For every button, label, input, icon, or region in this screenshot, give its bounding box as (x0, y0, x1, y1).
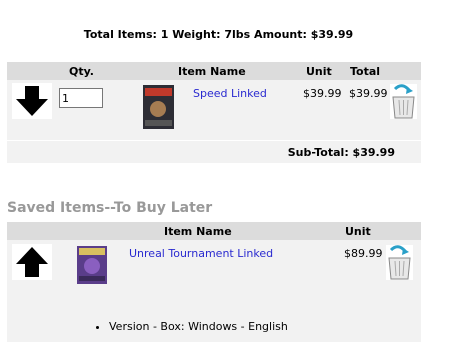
saved-item-name-column-header: Item Name (164, 225, 232, 238)
order-summary: Total Items: 1 Weight: 7lbs Amount: $39.… (83, 28, 354, 41)
unreal-tournament-box-art-image (77, 246, 107, 284)
subtotal-row: Sub-Total: $39.99 (7, 141, 421, 163)
total-column-header: Total (350, 65, 381, 78)
item-name-column-header: Item Name (178, 65, 246, 78)
move-to-saved-button[interactable] (12, 83, 52, 119)
saved-items-title: Saved Items--To Buy Later (7, 200, 213, 216)
arrow-up-icon (16, 247, 48, 277)
move-to-cart-button[interactable] (12, 244, 52, 280)
cart-unit-price: $39.99 (303, 87, 342, 100)
cart-total-price: $39.99 (349, 87, 388, 100)
cart-table-header: Qty. Item Name Unit Total (7, 62, 421, 80)
saved-table-header: Item Name Unit (7, 222, 421, 240)
saved-unit-price: $89.99 (344, 247, 383, 260)
delete-saved-item-button[interactable] (386, 245, 413, 280)
unit-column-header: Unit (306, 65, 332, 78)
trash-can-icon (388, 245, 411, 280)
arrow-down-icon (16, 86, 48, 116)
cart-item-row: Speed Linked $39.99 $39.99 (7, 80, 421, 140)
qty-column-header: Qty. (69, 65, 94, 78)
unreal-tournament-linked-link[interactable]: Unreal Tournament Linked (129, 247, 273, 260)
speed-box-art-image (143, 85, 174, 129)
subtotal: Sub-Total: $39.99 (287, 146, 395, 159)
speed-linked-link[interactable]: Speed Linked (193, 87, 267, 100)
trash-can-icon (392, 84, 415, 119)
saved-item-row: Unreal Tournament Linked $89.99 Version … (7, 240, 421, 342)
item-options-list: Version - Box: Windows - English (93, 320, 288, 333)
item-option: Version - Box: Windows - English (109, 320, 288, 333)
quantity-input[interactable] (59, 88, 103, 108)
saved-unit-column-header: Unit (345, 225, 371, 238)
delete-item-button[interactable] (390, 84, 417, 119)
